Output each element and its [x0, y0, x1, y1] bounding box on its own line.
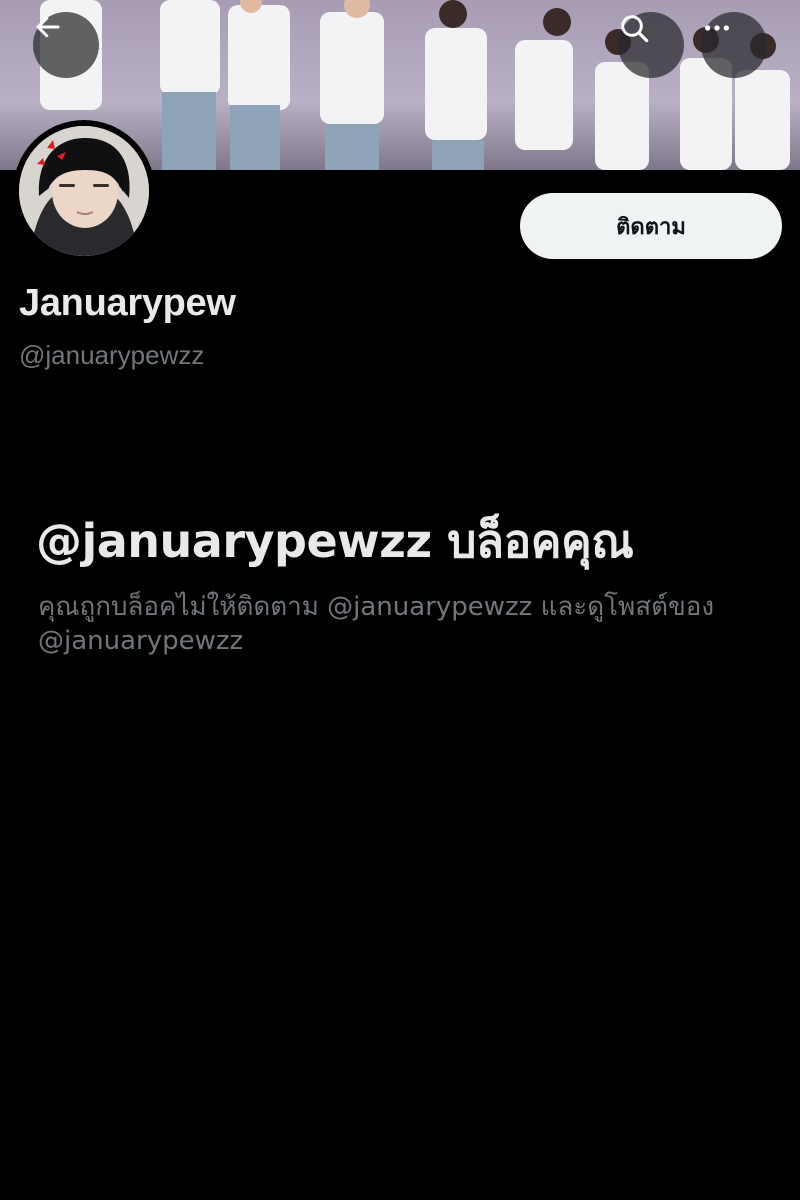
- search-button[interactable]: [618, 12, 684, 78]
- more-horizontal-icon: [705, 25, 729, 31]
- blocked-title: @januarypewzz บล็อคคุณ: [36, 514, 634, 568]
- back-button[interactable]: [33, 12, 99, 78]
- arrow-left-icon: [36, 16, 60, 38]
- avatar[interactable]: [13, 120, 155, 262]
- profile-handle: @januarypewzz: [19, 340, 205, 370]
- follow-button[interactable]: ติดตาม: [520, 193, 782, 259]
- more-options-button[interactable]: [701, 12, 767, 78]
- display-name: Januarypew: [19, 282, 236, 324]
- blocked-description: คุณถูกบล็อคไม่ให้ติดตาม @januarypewzz แล…: [38, 592, 715, 656]
- avatar-image: [19, 126, 149, 256]
- search-icon: [621, 15, 649, 43]
